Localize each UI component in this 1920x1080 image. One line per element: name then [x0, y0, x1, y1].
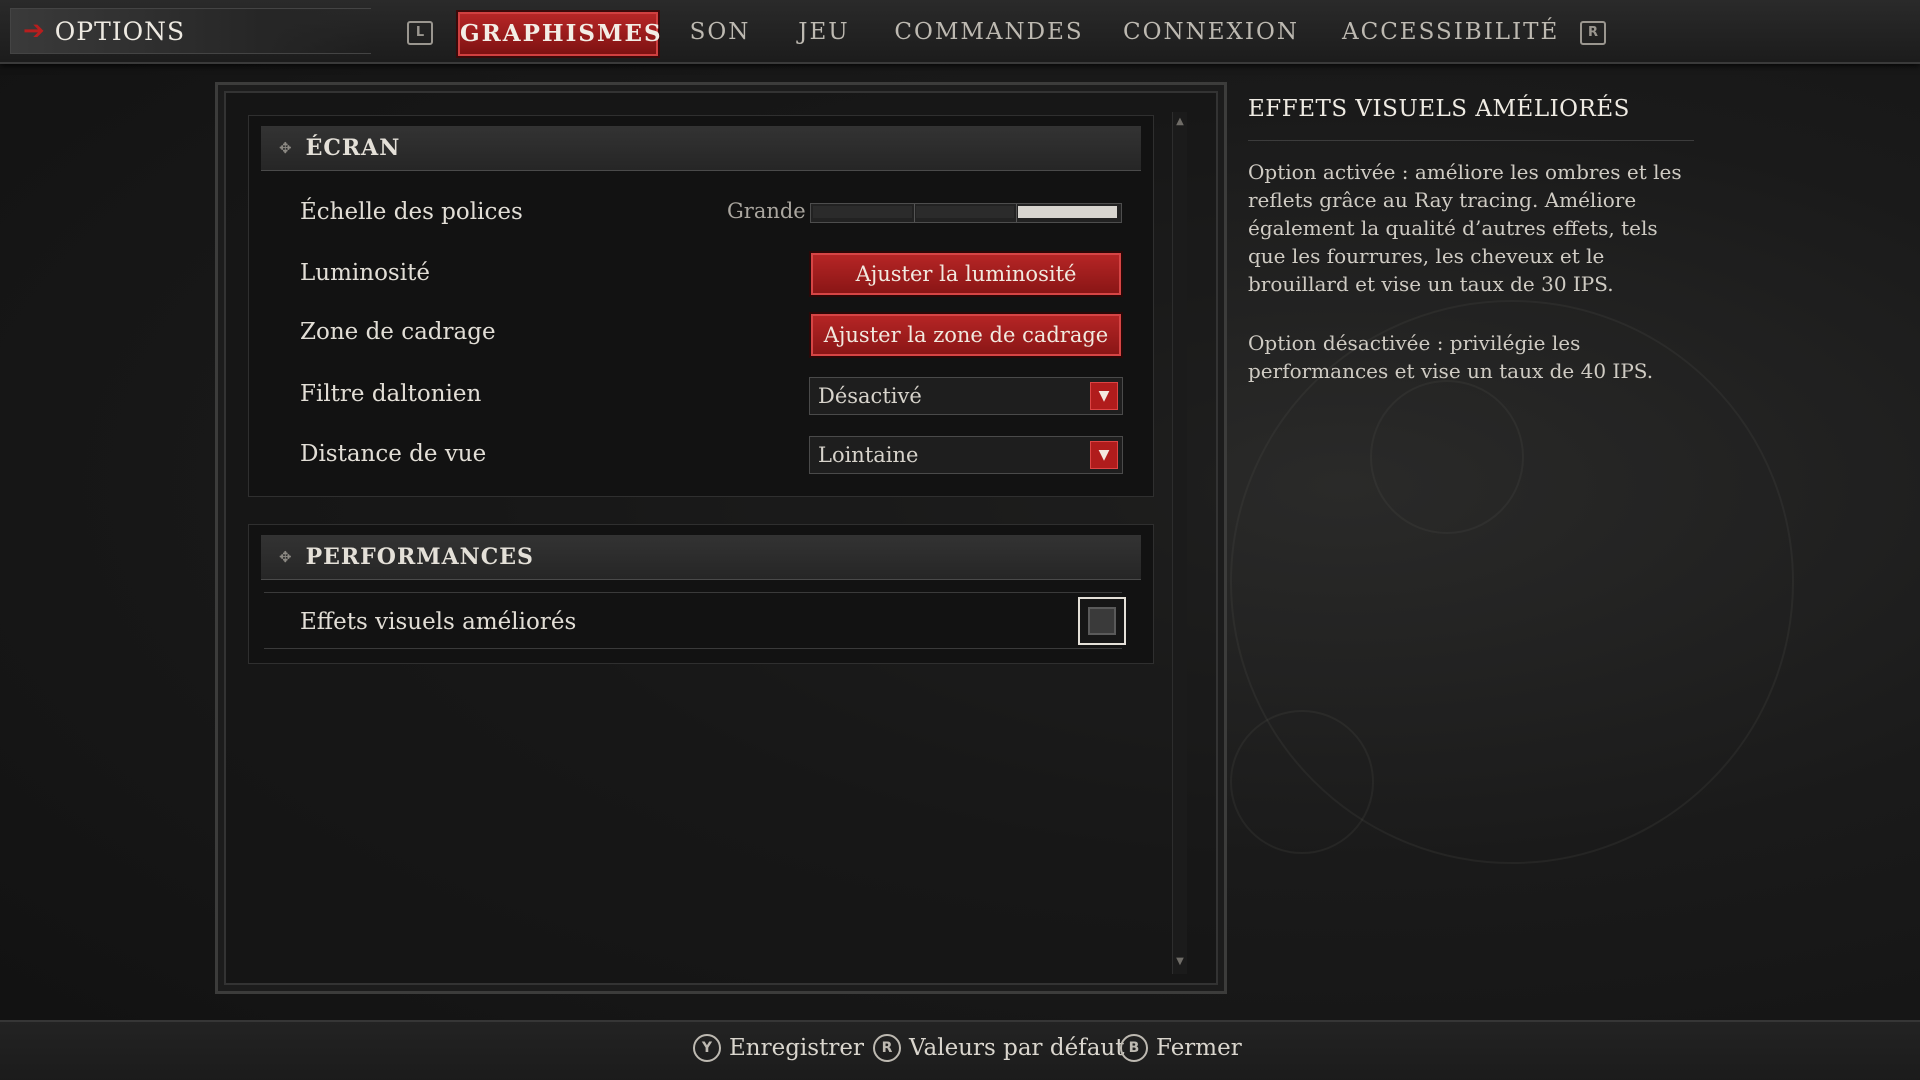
adjust-brightness-button[interactable]: Ajuster la luminosité	[811, 253, 1121, 295]
options-screen: ➔ OPTIONS L GRAPHISMES SON JEU COMMANDES…	[0, 0, 1920, 1080]
setting-label-font-scale: Échelle des polices	[300, 199, 523, 225]
slider-segment[interactable]	[813, 206, 912, 218]
font-scale-value: Grande	[727, 199, 806, 223]
slider-segment[interactable]	[1018, 206, 1117, 218]
setting-label-colorblind: Filtre daltonien	[300, 381, 482, 407]
view-distance-value: Lointaine	[818, 443, 919, 467]
section-bullet-icon: ✥	[279, 548, 292, 566]
tab-graphics[interactable]: GRAPHISMES	[458, 12, 661, 56]
description-on-text: Option activée : améliore les ombres et …	[1248, 160, 1682, 296]
back-arrow-icon[interactable]: ➔	[23, 16, 45, 46]
tab-accessibility[interactable]: ACCESSIBILITÉ	[1342, 12, 1557, 52]
save-hint[interactable]: Y Enregistrer	[693, 1031, 864, 1065]
enhanced-visuals-checkbox[interactable]	[1078, 597, 1126, 645]
settings-scrollbar[interactable]: ▲ ▼	[1172, 112, 1187, 974]
row-divider	[264, 648, 1122, 649]
font-scale-slider[interactable]	[810, 203, 1122, 223]
section-title-performance: PERFORMANCES	[305, 544, 534, 570]
row-divider	[264, 592, 1122, 593]
setting-label-brightness: Luminosité	[300, 260, 430, 286]
options-title: OPTIONS	[54, 16, 186, 46]
scroll-up-icon[interactable]: ▲	[1173, 116, 1187, 130]
slider-notch	[913, 204, 915, 222]
view-distance-dropdown[interactable]: Lointaine ▼	[809, 436, 1123, 474]
defaults-hint[interactable]: R Valeurs par défaut	[873, 1031, 1124, 1065]
slider-notch	[1016, 204, 1018, 222]
right-stick-icon: R	[873, 1034, 901, 1062]
section-header-performance[interactable]: ✥ PERFORMANCES	[261, 535, 1141, 580]
tab-sound[interactable]: SON	[682, 12, 758, 52]
top-bar: ➔ OPTIONS L GRAPHISMES SON JEU COMMANDES…	[0, 0, 1920, 64]
slider-segment[interactable]	[915, 206, 1015, 218]
setting-label-enhanced-visuals: Effets visuels améliorés	[300, 609, 577, 635]
right-bumper-icon[interactable]: R	[1580, 21, 1606, 45]
defaults-label: Valeurs par défaut	[909, 1035, 1125, 1061]
save-label: Enregistrer	[729, 1035, 864, 1061]
options-header: ➔ OPTIONS	[10, 8, 371, 54]
setting-label-framing: Zone de cadrage	[300, 319, 496, 345]
scroll-down-icon[interactable]: ▼	[1173, 956, 1187, 970]
section-bullet-icon: ✥	[279, 139, 292, 157]
dropdown-arrow-icon[interactable]: ▼	[1090, 382, 1118, 410]
description-title: EFFETS VISUELS AMÉLIORÉS	[1248, 96, 1630, 122]
setting-label-view-distance: Distance de vue	[300, 441, 487, 467]
left-bumper-icon[interactable]: L	[407, 21, 433, 45]
checkbox-fill	[1088, 607, 1116, 635]
y-button-icon: Y	[693, 1034, 721, 1062]
description-divider	[1248, 140, 1694, 141]
b-button-icon: B	[1120, 1034, 1148, 1062]
description-off-text: Option désactivée : privilégie les perfo…	[1248, 331, 1654, 383]
colorblind-filter-value: Désactivé	[818, 384, 922, 408]
colorblind-filter-dropdown[interactable]: Désactivé ▼	[809, 377, 1123, 415]
tab-connection[interactable]: CONNEXION	[1122, 12, 1300, 52]
tab-controls[interactable]: COMMANDES	[892, 12, 1086, 52]
adjust-framing-button[interactable]: Ajuster la zone de cadrage	[811, 314, 1121, 356]
close-label: Fermer	[1156, 1035, 1242, 1061]
close-hint[interactable]: B Fermer	[1120, 1031, 1242, 1065]
dropdown-arrow-icon[interactable]: ▼	[1090, 441, 1118, 469]
section-title-screen: ÉCRAN	[305, 135, 401, 161]
tab-game[interactable]: JEU	[790, 12, 858, 52]
section-header-screen[interactable]: ✥ ÉCRAN	[261, 126, 1141, 171]
